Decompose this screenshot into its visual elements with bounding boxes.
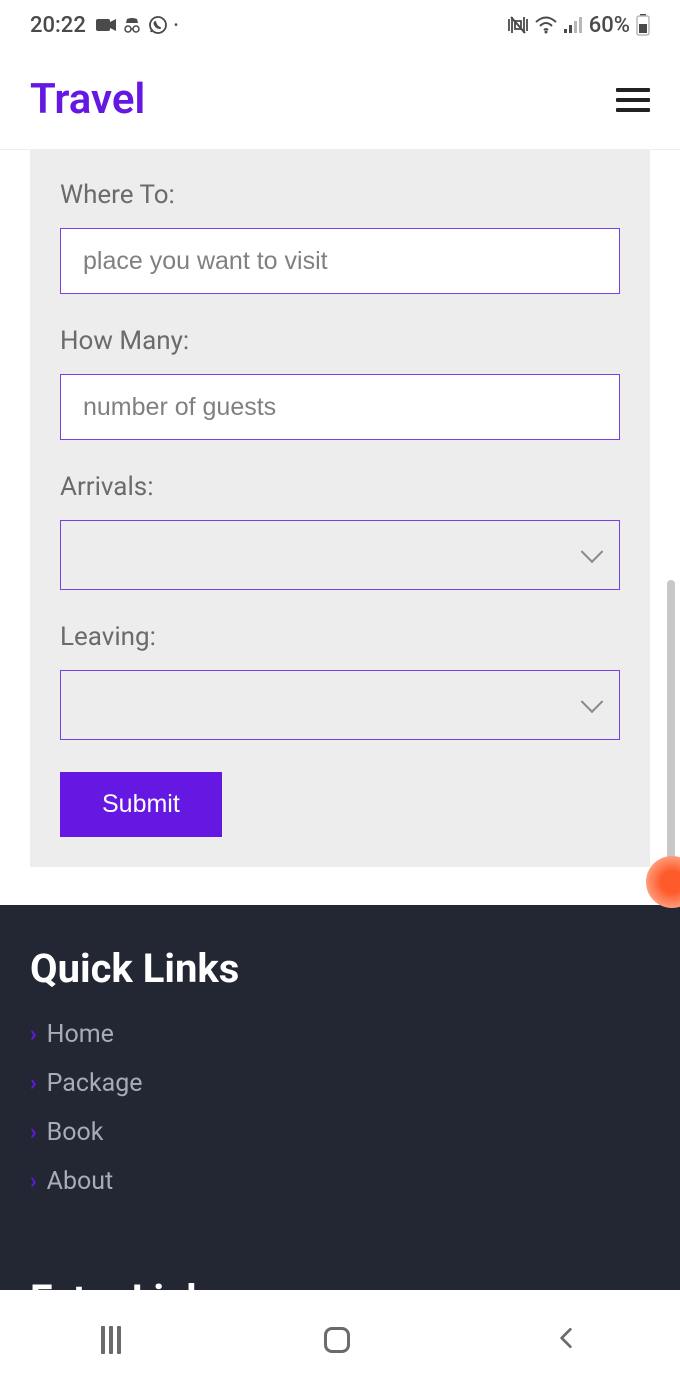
where-to-group: Where To:: [60, 180, 620, 294]
footer-link-label: Home: [47, 1020, 114, 1049]
wifi-icon: [535, 16, 557, 34]
status-bar: 20:22 • 60%: [0, 0, 680, 50]
vibrate-icon: [507, 15, 529, 35]
where-to-label: Where To:: [60, 180, 620, 210]
scrollbar[interactable]: [667, 580, 675, 880]
status-right: 60%: [507, 13, 650, 38]
arrivals-label: Arrivals:: [60, 472, 620, 502]
extra-links-heading: Extra Links: [30, 1276, 650, 1290]
how-many-input[interactable]: [60, 374, 620, 440]
chevron-right-icon: ›: [30, 1120, 37, 1145]
how-many-label: How Many:: [60, 326, 620, 356]
brand-logo[interactable]: Travel: [30, 75, 145, 124]
leaving-group: Leaving:: [60, 622, 620, 740]
status-left: 20:22 •: [30, 13, 178, 38]
camera-icon: [96, 18, 116, 32]
footer-link-package[interactable]: › Package: [30, 1069, 650, 1098]
leaving-label: Leaving:: [60, 622, 620, 652]
whatsapp-icon: [148, 15, 168, 35]
nav-back-button[interactable]: [553, 1325, 579, 1355]
arrivals-select[interactable]: [60, 520, 620, 590]
status-app-icons: •: [96, 15, 178, 35]
booking-form: Where To: How Many: Arrivals: Leaving: S…: [30, 150, 650, 867]
system-nav-bar: [0, 1290, 680, 1390]
battery-icon: [636, 14, 650, 36]
chevron-right-icon: ›: [30, 1169, 37, 1194]
more-notifications-dot: •: [174, 18, 178, 32]
chevron-right-icon: ›: [30, 1022, 37, 1047]
footer-link-label: Package: [47, 1069, 143, 1098]
arrivals-group: Arrivals:: [60, 472, 620, 590]
status-time: 20:22: [30, 13, 86, 38]
battery-percent: 60%: [589, 13, 630, 38]
where-to-input[interactable]: [60, 228, 620, 294]
footer-link-label: About: [47, 1167, 114, 1196]
submit-button[interactable]: Submit: [60, 772, 222, 837]
nav-home-button[interactable]: [324, 1327, 350, 1353]
footer-link-about[interactable]: › About: [30, 1167, 650, 1196]
footer-link-home[interactable]: › Home: [30, 1020, 650, 1049]
how-many-group: How Many:: [60, 326, 620, 440]
signal-icon: [563, 16, 583, 34]
hamburger-menu-icon[interactable]: [616, 88, 650, 112]
chevron-right-icon: ›: [30, 1071, 37, 1096]
footer-link-book[interactable]: › Book: [30, 1118, 650, 1147]
quick-links-list: › Home › Package › Book › About: [30, 1020, 650, 1196]
footer: Quick Links › Home › Package › Book › Ab…: [0, 905, 680, 1290]
content-area: Where To: How Many: Arrivals: Leaving: S…: [0, 150, 680, 1290]
footer-link-label: Book: [47, 1118, 104, 1147]
incognito-icon: [122, 15, 142, 35]
app-header: Travel: [0, 50, 680, 150]
quick-links-heading: Quick Links: [30, 945, 650, 992]
nav-recents-button[interactable]: [101, 1326, 121, 1354]
leaving-select[interactable]: [60, 670, 620, 740]
